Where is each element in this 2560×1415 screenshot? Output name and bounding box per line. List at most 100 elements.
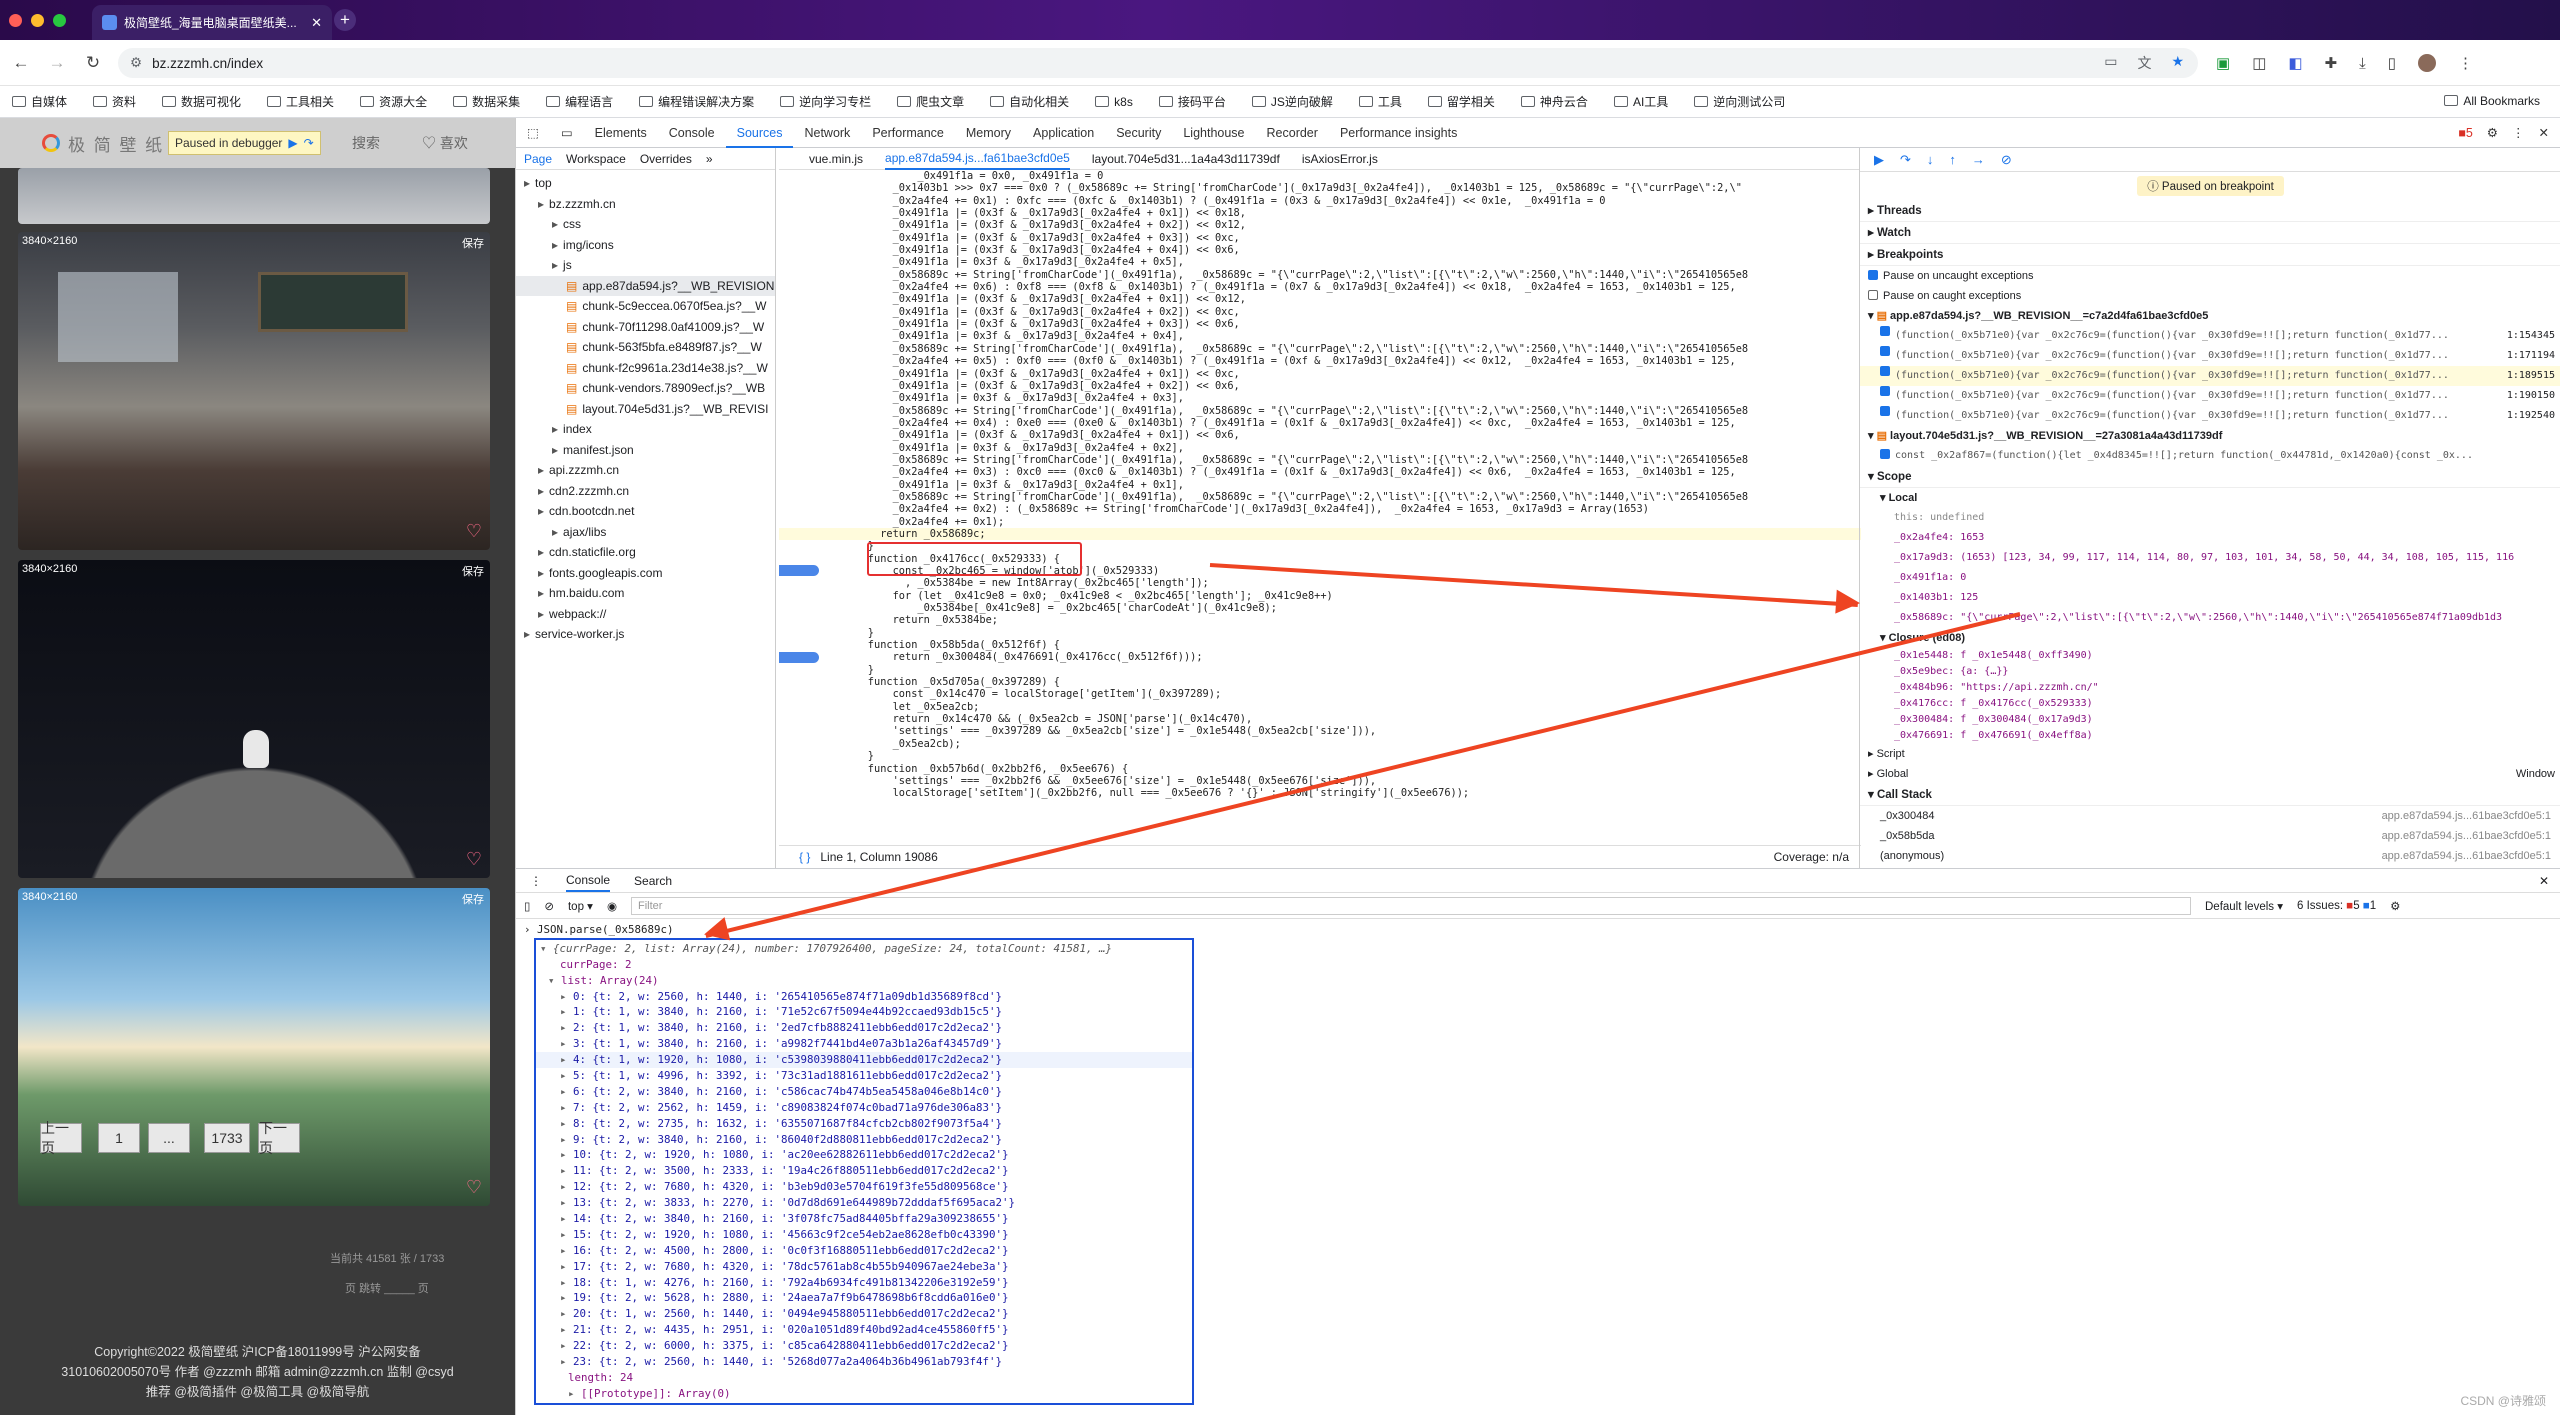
object-property[interactable]: length: 24 <box>536 1370 1192 1386</box>
devtools-tab[interactable]: Recorder <box>1256 118 1329 148</box>
new-tab-icon[interactable]: + <box>334 9 356 31</box>
tree-item[interactable]: ▸ fonts.googleapis.com <box>516 563 775 584</box>
tree-item[interactable]: ▸ bz.zzzmh.cn <box>516 194 775 215</box>
list-item[interactable]: ▸ 2: {t: 1, w: 3840, h: 2160, i: '2ed7cf… <box>536 1020 1192 1036</box>
call-frame[interactable]: _0x58b5da app.e87da594.js...61bae3cfd0e5:… <box>1860 826 2560 846</box>
editor-tab[interactable]: vue.min.js <box>809 152 863 166</box>
code-editor[interactable]: _0x491f1a = 0x0, _0x491f1a = 0 _0x1403b1… <box>779 170 1861 840</box>
list-item[interactable]: ▸ 10: {t: 2, w: 1920, h: 1080, i: 'ac20e… <box>536 1147 1192 1163</box>
breakpoint-file[interactable]: ▾ ▤ layout.704e5d31.js?__WB_REVISION__=2… <box>1860 426 2560 446</box>
extension-translate-icon[interactable]: ◧ <box>2288 54 2302 72</box>
editor-tab[interactable]: app.e87da594.js...fa61bae3cfd0e5 <box>885 148 1070 170</box>
fav-link[interactable]: ♡ 喜欢 <box>422 133 468 153</box>
bookmark-item[interactable]: 工具 <box>1358 93 1402 110</box>
scope-variable[interactable]: this: undefined <box>1860 508 2560 528</box>
navigator-tab[interactable]: Overrides <box>640 152 692 166</box>
list-item[interactable]: ▸ 22: {t: 2, w: 6000, h: 3375, i: 'c85ca… <box>536 1338 1192 1354</box>
section-callstack[interactable]: ▾ Call Stack <box>1860 784 2560 806</box>
tree-item[interactable]: ▤ chunk-5c9eccea.0670f5ea.js?__W <box>516 296 775 317</box>
close-devtools-icon[interactable]: ✕ <box>2539 125 2549 140</box>
list-item[interactable]: ▸ 21: {t: 2, w: 4435, h: 2951, i: '020a1… <box>536 1322 1192 1338</box>
bookmark-item[interactable]: 数据采集 <box>453 93 520 110</box>
step-out-icon[interactable]: ↑ <box>1949 152 1956 167</box>
site-info-icon[interactable]: ⚙ <box>130 55 142 71</box>
step-over-icon[interactable]: ↷ <box>304 136 314 150</box>
list-item[interactable]: ▸ 11: {t: 2, w: 3500, h: 2333, i: '19a4c… <box>536 1163 1192 1179</box>
checkbox[interactable] <box>1868 270 1878 280</box>
editor-tab[interactable]: layout.704e5d31...1a4a43d11739df <box>1092 152 1280 166</box>
breakpoint-item[interactable]: (function(_0x5b71e0){var _0x2c76c9=(func… <box>1860 326 2560 346</box>
checkbox[interactable] <box>1868 290 1878 300</box>
list-item[interactable]: ▸ 17: {t: 2, w: 7680, h: 4320, i: '78dc5… <box>536 1259 1192 1275</box>
list-item[interactable]: ▸ 3: {t: 1, w: 3840, h: 2160, i: 'a9982f… <box>536 1036 1192 1052</box>
last-page-button[interactable]: 1733 <box>204 1123 250 1153</box>
close-drawer-icon[interactable]: ✕ <box>2539 874 2560 888</box>
object-property[interactable]: ▸ [[Prototype]]: Array(0) <box>536 1386 1192 1402</box>
context-select[interactable]: top ▾ <box>568 899 593 913</box>
object-property[interactable]: currPage: 2 <box>536 957 1192 973</box>
eye-icon[interactable]: ◉ <box>607 899 617 913</box>
bookmark-item[interactable]: 接码平台 <box>1158 93 1226 110</box>
resume-icon[interactable]: ▶︎ <box>1874 152 1884 168</box>
translate-icon[interactable]: 文 <box>2137 53 2151 73</box>
search-link[interactable]: 搜索 <box>352 133 380 153</box>
list-item[interactable]: ▸ 18: {t: 1, w: 4276, h: 2160, i: '792a4… <box>536 1275 1192 1291</box>
list-item[interactable]: ▸ 13: {t: 2, w: 3833, h: 2270, i: '0d7d8… <box>536 1195 1192 1211</box>
tree-item[interactable]: ▸ service-worker.js <box>516 624 775 645</box>
devtools-tab[interactable]: Network <box>793 118 861 148</box>
tree-item[interactable]: ▸ css <box>516 214 775 235</box>
reload-icon[interactable]: ↻ <box>78 53 108 73</box>
scope-variable[interactable]: _0x491f1a: 0 <box>1860 568 2560 588</box>
devtools-tab[interactable]: Performance <box>861 118 955 148</box>
list-item[interactable]: ▸ 0: {t: 2, w: 2560, h: 1440, i: '265410… <box>536 989 1192 1005</box>
tree-item[interactable]: ▸ ajax/libs <box>516 522 775 543</box>
list-item[interactable]: ▸ 20: {t: 1, w: 2560, h: 1440, i: '0494e… <box>536 1306 1192 1322</box>
tree-item[interactable]: ▤ chunk-70f11298.0af41009.js?__W <box>516 317 775 338</box>
extension-shield-icon[interactable]: ▣ <box>2216 54 2230 72</box>
scope-variable[interactable]: _0x17a9d3: (1653) [123, 34, 99, 117, 114… <box>1860 548 2560 568</box>
list-item[interactable]: ▸ 19: {t: 2, w: 5628, h: 2880, i: '24aea… <box>536 1290 1192 1306</box>
tree-item[interactable]: ▤ app.e87da594.js?__WB_REVISION <box>516 275 775 296</box>
breakpoint-file[interactable]: ▾ ▤ app.e87da594.js?__WB_REVISION__=c7a2… <box>1860 306 2560 326</box>
heart-icon[interactable]: ♡ <box>466 1177 482 1198</box>
checkbox[interactable] <box>1880 449 1890 459</box>
closure-variable[interactable]: _0x476691: f _0x476691(_0x4eff8a) <box>1860 728 2560 744</box>
bookmark-item[interactable]: 编程语言 <box>546 93 613 110</box>
pause-option[interactable]: Pause on caught exceptions <box>1860 286 2560 306</box>
devtools-tab[interactable]: Application <box>1022 118 1105 148</box>
object-property[interactable]: ▾ list: Array(24) <box>536 973 1192 989</box>
device-toggle-icon[interactable]: ▭ <box>550 118 584 148</box>
inspect-icon[interactable]: ⬚ <box>516 118 550 148</box>
scope-variable[interactable]: _0x2a4fe4: 1653 <box>1860 528 2560 548</box>
section-threads[interactable]: ▸ Threads <box>1860 200 2560 222</box>
bookmark-item[interactable]: 资源大全 <box>360 93 427 110</box>
list-item[interactable]: ▸ 8: {t: 2, w: 2735, h: 1632, i: '635507… <box>536 1116 1192 1132</box>
issues-badge[interactable]: ■5 <box>2458 126 2473 140</box>
wallpaper-card[interactable]: 3840×2160 保存 ♡ <box>18 560 490 878</box>
closure-variable[interactable]: _0x5e9bec: {a: {…}} <box>1860 664 2560 680</box>
bookmark-item[interactable]: 数据可视化 <box>162 93 241 110</box>
devtools-tab[interactable]: Console <box>658 118 726 148</box>
wallpaper-card-strip[interactable] <box>18 168 490 224</box>
deactivate-breakpoints-icon[interactable]: ⊘ <box>2001 152 2012 168</box>
forward-icon[interactable]: → <box>42 53 72 73</box>
call-frame[interactable]: (anonymous) app.e87da594.js...61bae3cfd0e… <box>1860 846 2560 866</box>
download-icon[interactable]: ⤓ <box>2359 55 2366 72</box>
list-item[interactable]: ▸ 12: {t: 2, w: 7680, h: 4320, i: 'b3eb9… <box>536 1179 1192 1195</box>
cast-icon[interactable]: ▭ <box>2104 53 2117 73</box>
scope-local[interactable]: ▾ Local <box>1860 488 2560 508</box>
checkbox[interactable] <box>1880 386 1890 396</box>
tree-item[interactable]: ▤ layout.704e5d31.js?__WB_REVISI <box>516 399 775 420</box>
bookmark-item[interactable]: 自媒体 <box>12 93 67 110</box>
breakpoint-item[interactable]: const _0x2af867=(function(){let _0x4d834… <box>1860 446 2560 466</box>
close-window-icon[interactable] <box>9 13 22 27</box>
drawer-menu-icon[interactable]: ⋮ <box>530 874 542 888</box>
menu-icon[interactable]: ⋮ <box>2458 54 2473 72</box>
list-item[interactable]: ▸ 23: {t: 2, w: 2560, h: 1440, i: '5268d… <box>536 1354 1192 1370</box>
breakpoint-item[interactable]: (function(_0x5b71e0){var _0x2c76c9=(func… <box>1860 406 2560 426</box>
scope-global[interactable]: ▸ Global Window <box>1860 764 2560 784</box>
scope-closure[interactable]: ▾ Closure (ed08) <box>1860 628 2560 648</box>
scope-script[interactable]: ▸ Script <box>1860 744 2560 764</box>
issues-counter[interactable]: 6 Issues: ■5 ■1 <box>2297 900 2376 912</box>
bookmark-item[interactable]: 资料 <box>93 93 136 110</box>
